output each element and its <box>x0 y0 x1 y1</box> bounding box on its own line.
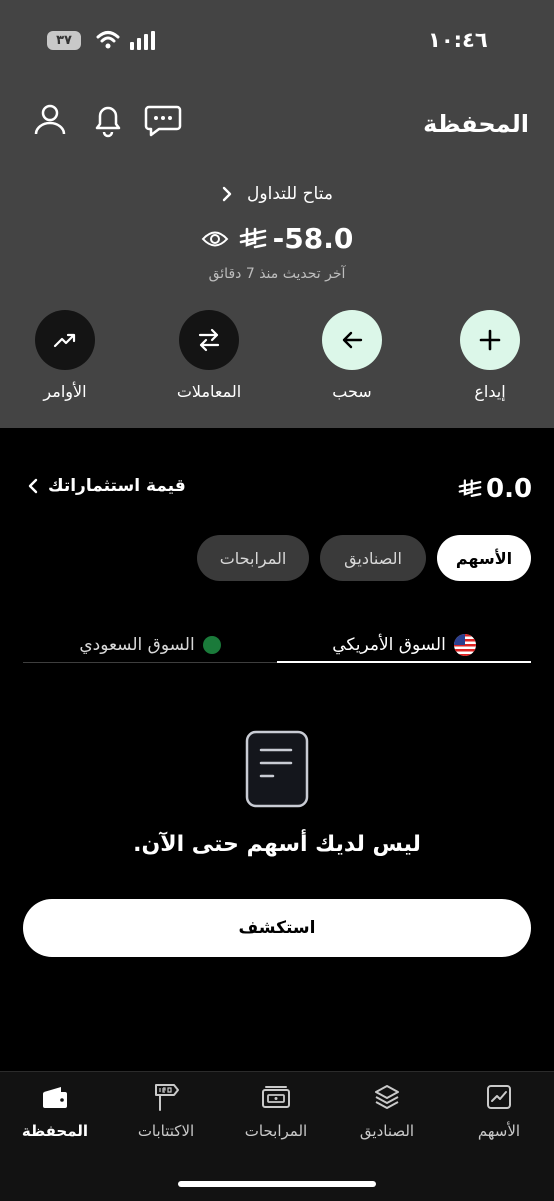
tab-saudi-market[interactable]: السوق السعودي <box>23 626 277 664</box>
chevron-left-icon <box>28 478 38 494</box>
investments-value-link[interactable]: قيمة استثماراتك <box>28 476 186 496</box>
balance-row: -58.0 <box>0 222 554 255</box>
available-to-trade-link[interactable]: متاح للتداول <box>0 184 554 204</box>
balance-value: -58.0 <box>272 222 354 255</box>
tab-funds[interactable]: الصناديق <box>320 535 426 581</box>
market-tab-indicator <box>277 661 531 663</box>
market-tab-divider <box>23 662 277 663</box>
nav-portfolio-label: المحفظة <box>21 1122 89 1140</box>
chevron-left-icon <box>222 186 232 202</box>
nav-ipo[interactable]: الاكتتابات <box>116 1082 216 1140</box>
transactions-label: المعاملات <box>176 382 242 401</box>
nav-stocks-label: الأسهم <box>477 1122 521 1140</box>
portfolio-icon <box>43 1087 67 1108</box>
chat-icon[interactable] <box>143 99 183 139</box>
explore-button[interactable]: استكشف <box>23 899 531 957</box>
document-icon <box>245 730 309 808</box>
investments-label: قيمة استثماراتك <box>48 476 186 496</box>
chart-icon <box>487 1085 511 1109</box>
trend-icon <box>53 333 76 348</box>
nav-funds[interactable]: الصناديق <box>337 1082 437 1140</box>
nav-ipo-label: الاكتتابات <box>137 1122 195 1140</box>
saudi-flag-icon <box>202 636 221 654</box>
tab-murabaha[interactable]: المرابحات <box>197 535 309 581</box>
riyal-icon <box>239 227 266 248</box>
nav-funds-label: الصناديق <box>359 1122 415 1140</box>
wifi-icon <box>96 31 120 49</box>
eye-icon[interactable] <box>201 228 229 250</box>
plus-icon <box>479 329 501 351</box>
wallet-cards-icon <box>262 1086 290 1108</box>
swap-icon <box>198 328 220 352</box>
signal-icon <box>130 31 155 50</box>
transactions-button[interactable]: المعاملات <box>169 310 249 401</box>
battery-indicator: ٣٧ <box>47 31 81 50</box>
investments-value: 0.0 <box>458 474 532 504</box>
bell-icon[interactable] <box>88 99 128 139</box>
us-flag-icon <box>453 634 476 656</box>
nav-murabaha[interactable]: المرابحات <box>226 1082 326 1140</box>
empty-state-message: ليس لديك أسهم حتى الآن. <box>133 832 421 857</box>
riyal-icon <box>458 479 482 497</box>
withdraw-button[interactable]: سحب <box>312 310 392 401</box>
arrow-left-icon <box>342 331 363 349</box>
nav-murabaha-label: المرابحات <box>244 1122 308 1140</box>
deposit-button[interactable]: إيداع <box>450 310 530 401</box>
page-title: المحفظة <box>423 110 529 138</box>
orders-circle <box>35 310 95 370</box>
investments-amount: 0.0 <box>486 474 533 504</box>
deposit-circle <box>460 310 520 370</box>
deposit-label: إيداع <box>474 382 506 401</box>
available-label: متاح للتداول <box>247 184 333 204</box>
home-indicator <box>178 1181 376 1187</box>
saudi-market-label: السوق السعودي <box>79 635 195 655</box>
tab-stocks[interactable]: الأسهم <box>437 535 531 581</box>
nav-portfolio[interactable]: المحفظة <box>5 1082 105 1140</box>
transactions-circle <box>179 310 239 370</box>
orders-label: الأوامر <box>43 382 87 401</box>
orders-button[interactable]: الأوامر <box>25 310 105 401</box>
user-icon[interactable] <box>30 99 70 139</box>
tab-us-market[interactable]: السوق الأمريكي <box>277 626 531 664</box>
available-balance: -58.0 <box>239 222 354 255</box>
withdraw-label: سحب <box>332 382 372 401</box>
status-time: ١٠:٤٦ <box>428 28 488 52</box>
nav-stocks[interactable]: الأسهم <box>449 1082 549 1140</box>
ipo-sign-icon <box>155 1084 179 1111</box>
last-updated: آخر تحديث منذ 7 دقائق <box>208 266 346 282</box>
withdraw-circle <box>322 310 382 370</box>
layers-icon <box>375 1085 399 1109</box>
us-market-label: السوق الأمريكي <box>332 635 446 655</box>
